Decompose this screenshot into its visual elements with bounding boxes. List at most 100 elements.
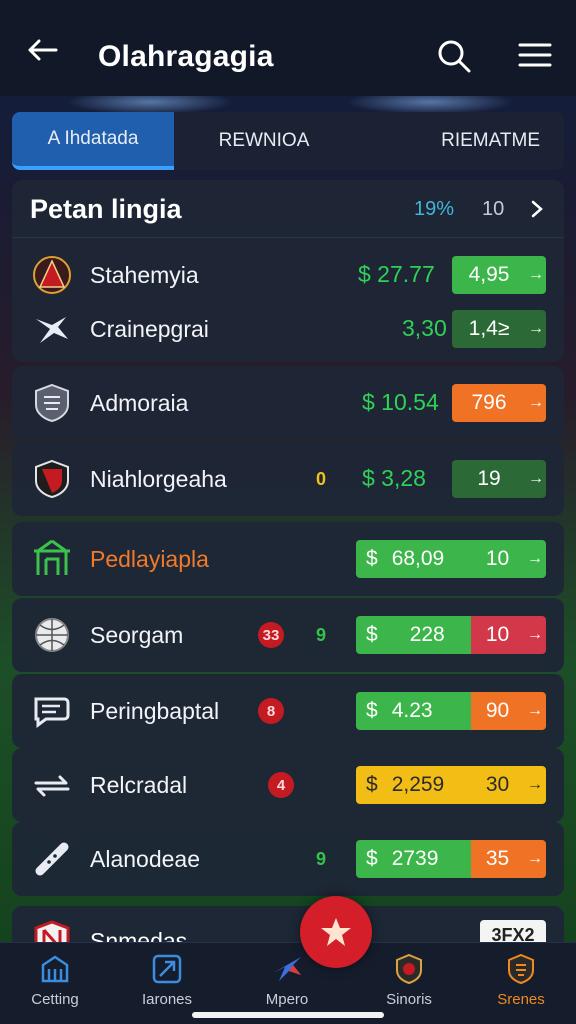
tab-rewnioa[interactable]: REWNIOA xyxy=(174,112,354,170)
tab-ihdatada[interactable]: A Ihdatada xyxy=(12,112,174,170)
bird-crest-icon xyxy=(36,317,68,343)
chevron-right-icon[interactable] xyxy=(530,200,544,218)
gate-crest-icon xyxy=(34,539,70,575)
bandage-crest-icon xyxy=(35,842,69,876)
tab-riematme[interactable]: RIEMATME xyxy=(354,112,564,170)
building-icon xyxy=(41,955,69,983)
odds-button[interactable]: 796 → xyxy=(452,384,546,422)
team-name: Stahemyia xyxy=(90,262,199,288)
odds-value: 30 xyxy=(485,773,510,796)
team-name: Alanodeae xyxy=(90,846,200,872)
arrow-right-icon: → xyxy=(527,626,543,643)
tab-bar: A Ihdatada REWNIOA RIEMATME xyxy=(12,112,564,170)
odds-button[interactable]: $2,259 30 → xyxy=(356,766,546,804)
list-item[interactable]: Niahlorgeaha 0 $ 3,28 19 → xyxy=(12,442,564,516)
currency-symbol: $ xyxy=(366,847,378,870)
odds-value: 90 xyxy=(485,699,510,722)
team-name: Seorgam xyxy=(90,622,184,648)
currency-symbol: $ xyxy=(366,773,378,796)
search-icon[interactable] xyxy=(436,38,472,74)
ball-crest-icon xyxy=(35,618,69,652)
nav-item-cetting[interactable]: Cetting xyxy=(0,951,110,1015)
odds-value: 19 xyxy=(477,467,501,490)
odds-button[interactable]: $68,09 10 → xyxy=(356,540,546,578)
list-item[interactable]: Alanodeae 9 $2739 35 → xyxy=(12,822,564,896)
home-indicator xyxy=(192,1012,384,1018)
odds-value: 4,95 xyxy=(468,263,510,286)
list-item[interactable]: Crainepgrai 3,30 1,4≥ → xyxy=(12,292,564,366)
arrow-right-icon: → xyxy=(527,550,543,567)
odds-value: 35 xyxy=(485,847,510,870)
price-value: $ 27.77 xyxy=(358,261,435,287)
team-crest-icon xyxy=(33,256,71,294)
app-title: Olahragagia xyxy=(98,40,274,73)
odds-value: 1,4≥ xyxy=(468,317,510,340)
chat-crest-icon xyxy=(34,697,70,728)
odds-button[interactable]: 4,95 → xyxy=(452,256,546,294)
count-badge: 8 xyxy=(258,698,284,724)
team-name: Niahlorgeaha xyxy=(90,466,227,492)
compass-icon xyxy=(152,954,182,984)
team-name: Peringbaptal xyxy=(90,698,220,724)
odds-button[interactable]: $228 10 → xyxy=(356,616,546,654)
currency-symbol: $ xyxy=(366,699,378,722)
list-item[interactable]: Admoraia $ 10.54 796 → xyxy=(12,366,564,440)
price-value: 2739 xyxy=(391,847,439,870)
currency-symbol: $ xyxy=(366,623,378,646)
currency-symbol: $ xyxy=(366,547,378,570)
count-badge: 33 xyxy=(258,622,284,648)
team-name: Crainepgrai xyxy=(90,316,209,342)
nav-label: Cetting xyxy=(31,991,79,1008)
nav-label: Sinoris xyxy=(386,991,432,1008)
arrow-right-icon: → xyxy=(527,850,543,867)
odds-button[interactable]: $4.23 90 → xyxy=(356,692,546,730)
odds-value: 10 xyxy=(485,623,510,646)
panel-percentage: 19% xyxy=(414,198,455,220)
price-value: 68,09 xyxy=(391,547,445,570)
odds-button[interactable]: 19 → xyxy=(452,460,546,498)
arrow-right-icon: → xyxy=(527,776,543,793)
shield-crest-icon xyxy=(35,459,69,499)
swap-arrows-icon xyxy=(34,775,70,797)
arrow-right-icon: → xyxy=(528,266,544,283)
shield-icon xyxy=(508,953,534,985)
top-bar: Olahragagia xyxy=(0,0,576,96)
nav-label: Iarones xyxy=(141,991,193,1008)
list-item[interactable]: Seorgam 33 9 $228 10 → xyxy=(12,598,564,672)
price-value: $ 3,28 xyxy=(362,465,426,491)
list-item[interactable]: Peringbaptal 8 $4.23 90 → xyxy=(12,674,564,748)
nav-label: Mpero xyxy=(265,991,309,1008)
list-item[interactable]: Relcradal 4 $2,259 30 → xyxy=(12,748,564,822)
arrow-right-icon: → xyxy=(528,320,544,337)
nav-label: Srenes xyxy=(497,991,545,1008)
star-icon xyxy=(321,918,351,946)
arrow-right-icon: → xyxy=(527,702,543,719)
count-badge: 4 xyxy=(268,772,294,798)
menu-icon[interactable] xyxy=(518,42,552,68)
bird-icon xyxy=(273,957,301,981)
shield-icon xyxy=(396,953,422,985)
price-value: 4.23 xyxy=(391,699,433,722)
arrow-right-icon: → xyxy=(528,394,544,411)
arrow-right-icon: → xyxy=(528,470,544,487)
list-item[interactable]: Pedlayiapla $68,09 10 → xyxy=(12,522,564,596)
nav-item-srenes[interactable]: Srenes xyxy=(466,951,576,1015)
price-value: 228 xyxy=(409,623,445,646)
panel-header[interactable]: Petan lingia 19% 10 xyxy=(12,180,564,238)
team-name: Pedlayiapla xyxy=(90,546,209,572)
back-arrow-icon[interactable] xyxy=(26,38,58,62)
panel-title: Petan lingia xyxy=(30,194,182,224)
count-badge: 9 xyxy=(315,848,326,869)
price-value: 2,259 xyxy=(391,773,445,796)
odds-value: 10 xyxy=(485,547,510,570)
price-value: $ 10.54 xyxy=(362,389,439,415)
nav-item-iarones[interactable]: Iarones xyxy=(112,951,222,1015)
odds-button[interactable]: 1,4≥ → xyxy=(452,310,546,348)
price-value: 3,30 xyxy=(402,315,447,341)
nav-item-sinoris[interactable]: Sinoris xyxy=(354,951,464,1015)
team-name: Admoraia xyxy=(90,390,189,416)
odds-button[interactable]: $2739 35 → xyxy=(356,840,546,878)
favorites-fab[interactable] xyxy=(300,896,372,968)
team-name: Relcradal xyxy=(90,772,188,798)
panel-count: 10 xyxy=(482,198,505,220)
